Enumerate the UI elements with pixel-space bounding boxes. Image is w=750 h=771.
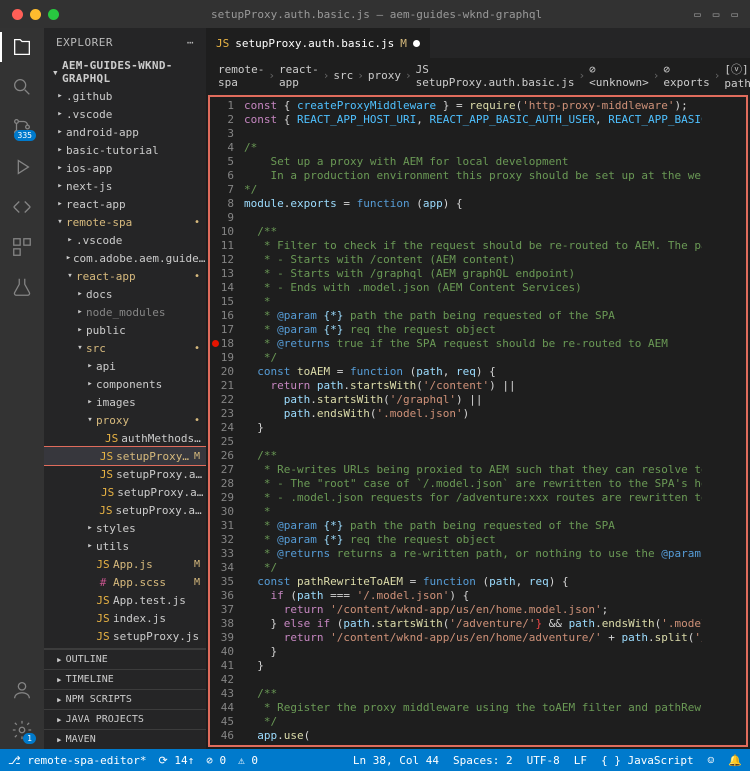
editor-tabs: JS setupProxy.auth.basic.js M — [206, 28, 750, 58]
settings-badge: 1 — [23, 733, 36, 744]
folder-item[interactable]: ▸node_modules — [44, 303, 206, 321]
folder-item[interactable]: ▸.github — [44, 87, 206, 105]
file-item[interactable]: JSsetupProxy.js — [44, 627, 206, 645]
tab-active[interactable]: JS setupProxy.auth.basic.js M — [206, 28, 431, 58]
status-bar: ⎇ remote-spa-editor* ⟳ 14↑ ⊘ 0 ⚠ 0 Ln 38… — [0, 749, 750, 771]
folder-item[interactable]: ▸public — [44, 321, 206, 339]
code-editor[interactable]: 1234567891011121314151617181920212223242… — [208, 95, 748, 747]
file-tree: ▸.github▸.vscode▸android-app▸basic-tutor… — [44, 87, 206, 648]
js-file-icon: JS — [216, 37, 229, 50]
minimize-window-icon[interactable] — [30, 9, 41, 20]
git-branch[interactable]: ⎇ remote-spa-editor* — [8, 754, 147, 767]
layout-toggle-icon[interactable]: ▭ — [694, 8, 701, 21]
file-item[interactable]: JSApp.test.js — [44, 591, 206, 609]
panel-npm-scripts[interactable]: ▸NPM SCRIPTS — [44, 689, 206, 709]
folder-item[interactable]: ▾react-app• — [44, 267, 206, 285]
sidebar-header: EXPLORER ⋯ — [44, 28, 206, 57]
file-item[interactable]: JSindex.js — [44, 609, 206, 627]
file-item[interactable]: JSsetupProxy.auth.dev-token.js — [44, 465, 206, 483]
folder-item[interactable]: ▾remote-spa• — [44, 213, 206, 231]
close-window-icon[interactable] — [12, 9, 23, 20]
window-title: setupProxy.auth.basic.js — aem-guides-wk… — [211, 8, 542, 21]
activity-bar: 335 1 — [0, 28, 44, 749]
folder-item[interactable]: ▸utils — [44, 537, 206, 555]
folder-item[interactable]: ▾proxy• — [44, 411, 206, 429]
feedback-icon[interactable]: ☺ — [708, 754, 715, 767]
settings-icon[interactable]: 1 — [11, 719, 33, 741]
file-item[interactable]: JSauthMethods.js — [44, 429, 206, 447]
window-controls — [12, 9, 59, 20]
folder-item[interactable]: ▸next-js — [44, 177, 206, 195]
warnings-count[interactable]: ⚠ 0 — [238, 754, 258, 767]
folder-item[interactable]: ▸.vscode — [44, 231, 206, 249]
maximize-window-icon[interactable] — [48, 9, 59, 20]
panel-toggle-icon[interactable]: ▭ — [713, 8, 720, 21]
encoding[interactable]: UTF-8 — [527, 754, 560, 767]
cursor-position[interactable]: Ln 38, Col 44 — [353, 754, 439, 767]
line-gutter: 1234567891011121314151617181920212223242… — [210, 97, 244, 745]
breadcrumbs[interactable]: remote-spa›react-app›src›proxy›JS setupP… — [206, 58, 750, 93]
folder-item[interactable]: ▸basic-tutorial — [44, 141, 206, 159]
more-icon[interactable]: ⋯ — [187, 36, 194, 49]
folder-item[interactable]: ▸images — [44, 393, 206, 411]
extensions-icon[interactable] — [11, 236, 33, 258]
file-item[interactable]: #App.scssM — [44, 573, 206, 591]
panel-outline[interactable]: ▸OUTLINE — [44, 649, 206, 669]
account-icon[interactable] — [11, 679, 33, 701]
editor-area: JS setupProxy.auth.basic.js M remote-spa… — [206, 28, 750, 749]
panel-timeline[interactable]: ▸TIMELINE — [44, 669, 206, 689]
folder-item[interactable]: ▸react-app — [44, 195, 206, 213]
panel-maven[interactable]: ▸MAVEN — [44, 729, 206, 749]
dirty-indicator-icon — [413, 40, 420, 47]
indent[interactable]: Spaces: 2 — [453, 754, 513, 767]
folder-item[interactable]: ▸com.adobe.aem.guides.wkn... — [44, 249, 206, 267]
sidebar: EXPLORER ⋯ ▾AEM-GUIDES-WKND-GRAPHQL ▸.gi… — [44, 28, 206, 749]
folder-item[interactable]: ▸styles — [44, 519, 206, 537]
minimap[interactable] — [702, 97, 746, 745]
errors-count[interactable]: ⊘ 0 — [206, 754, 226, 767]
folder-item[interactable]: ▾src• — [44, 339, 206, 357]
git-sync[interactable]: ⟳ 14↑ — [159, 754, 195, 767]
sidebar-toggle-icon[interactable]: ▭ — [731, 8, 738, 21]
testing-icon[interactable] — [11, 276, 33, 298]
folder-item[interactable]: ▸components — [44, 375, 206, 393]
title-actions: ▭ ▭ ▭ — [694, 8, 738, 21]
code-content[interactable]: const { createProxyMiddleware } = requir… — [244, 97, 702, 745]
folder-item[interactable]: ▸docs — [44, 285, 206, 303]
folder-item[interactable]: ▸android-app — [44, 123, 206, 141]
search-icon[interactable] — [11, 76, 33, 98]
notifications-icon[interactable]: 🔔 — [728, 754, 742, 767]
project-title[interactable]: ▾AEM-GUIDES-WKND-GRAPHQL — [44, 57, 206, 87]
debug-icon[interactable] — [11, 156, 33, 178]
eol[interactable]: LF — [574, 754, 587, 767]
file-item[interactable]: JSsetupProxy.auth.service-toke... — [44, 501, 206, 519]
source-control-icon[interactable]: 335 — [11, 116, 33, 138]
file-item[interactable]: JSsetupProxy.auth.none.js — [44, 483, 206, 501]
folder-item[interactable]: ▸ios-app — [44, 159, 206, 177]
sidebar-panels: ▸OUTLINE▸TIMELINE▸NPM SCRIPTS▸JAVA PROJE… — [44, 648, 206, 749]
explorer-icon[interactable] — [11, 36, 33, 58]
panel-java-projects[interactable]: ▸JAVA PROJECTS — [44, 709, 206, 729]
folder-item[interactable]: ▸.vscode — [44, 105, 206, 123]
titlebar: setupProxy.auth.basic.js — aem-guides-wk… — [0, 0, 750, 28]
file-item[interactable]: JSsetupProxy.auth.basic.jsM — [44, 447, 206, 465]
folder-item[interactable]: ▸api — [44, 357, 206, 375]
language-mode[interactable]: { } JavaScript — [601, 754, 694, 767]
file-item[interactable]: JSApp.jsM — [44, 555, 206, 573]
remote-icon[interactable] — [11, 196, 33, 218]
